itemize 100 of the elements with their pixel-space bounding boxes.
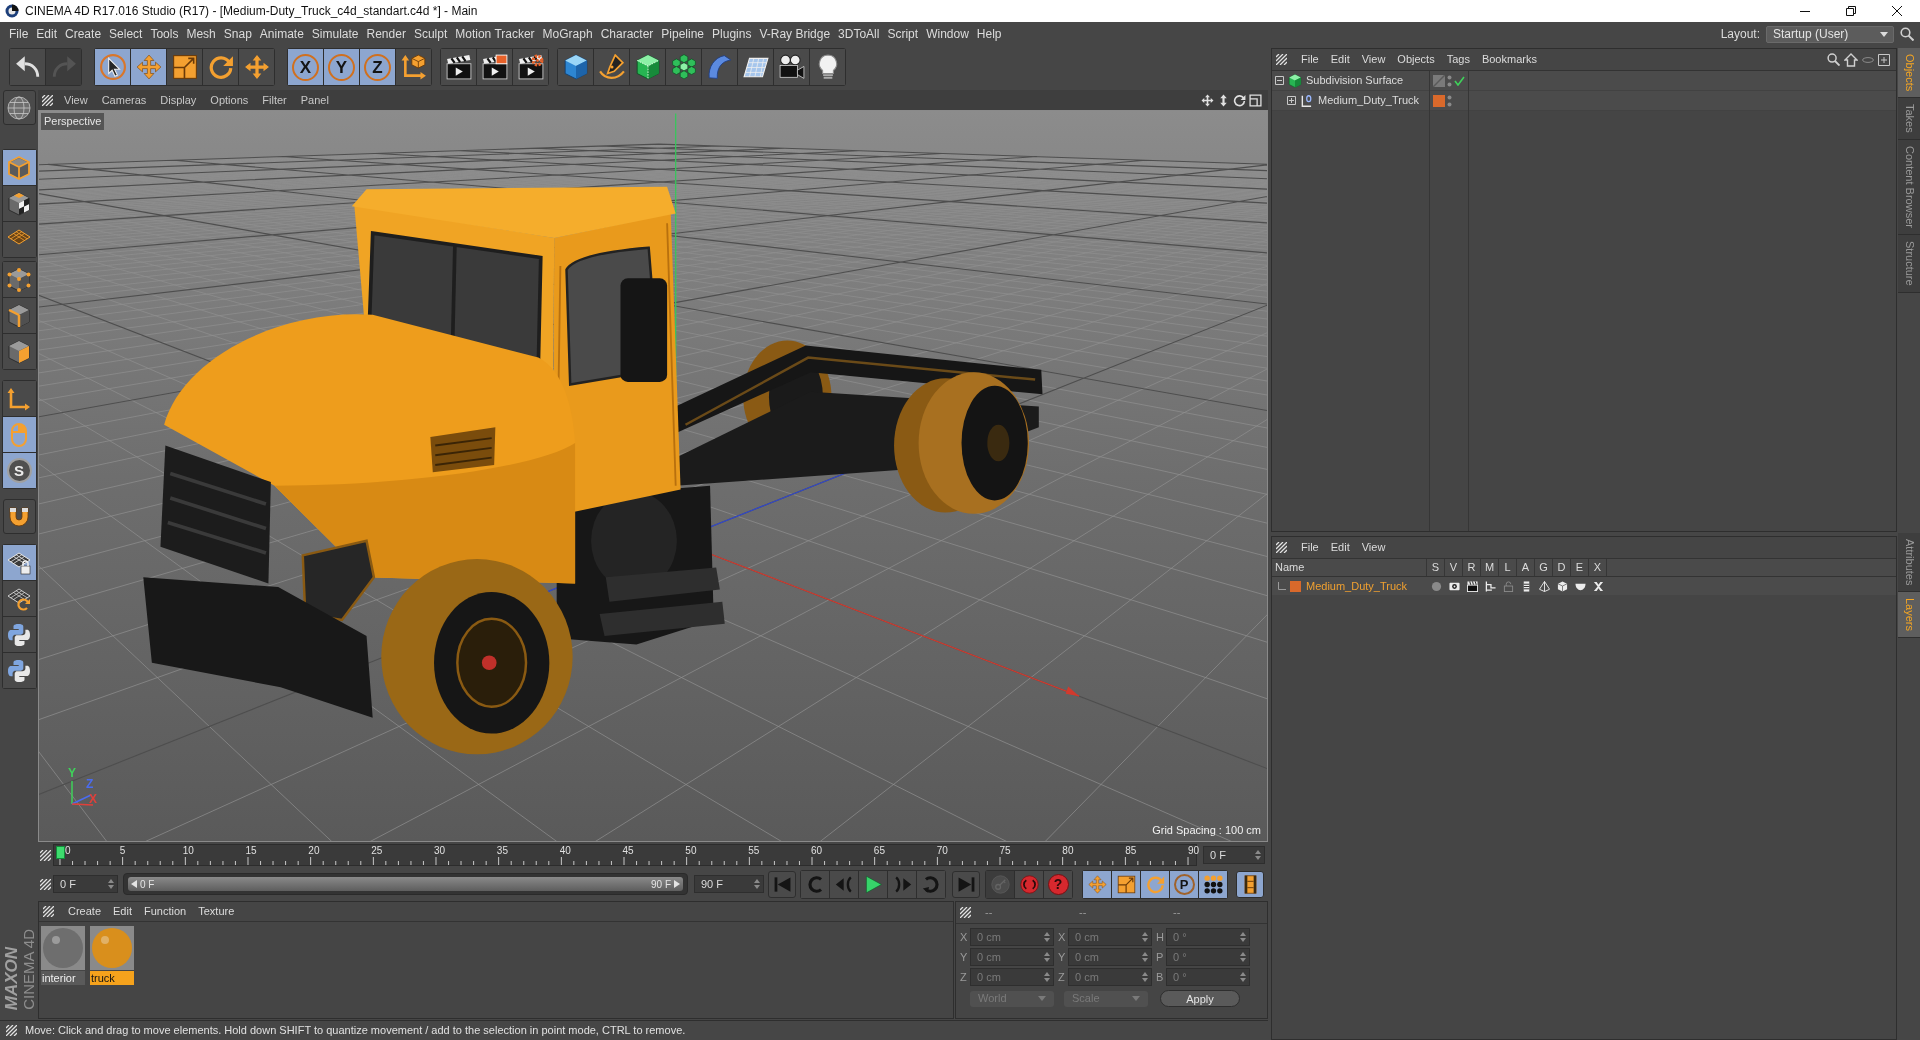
panel-menu-item[interactable]: Edit (1324, 51, 1356, 68)
polygons-mode-button[interactable] (2, 334, 36, 369)
menu-item[interactable]: 3DToAll (834, 25, 884, 43)
scale-key-button[interactable] (1112, 870, 1140, 898)
panel-menu-item[interactable]: View (1355, 51, 1392, 68)
play-button[interactable] (859, 870, 887, 898)
material-name[interactable]: truck (90, 971, 134, 985)
object-row[interactable]: Subdivision Surface (1272, 71, 1896, 91)
column-header[interactable]: L (1499, 559, 1517, 576)
parameter-key-button[interactable]: P (1170, 870, 1198, 898)
grid-rotate-button[interactable] (2, 581, 36, 616)
panel-menu-item[interactable]: Edit (107, 903, 138, 920)
move-key-button[interactable] (1083, 870, 1111, 898)
end-frame-field[interactable]: 90 F (694, 875, 764, 893)
grid-mode-button[interactable] (2, 222, 36, 257)
viewport-menu-item[interactable]: Cameras (94, 91, 154, 109)
panel-menu-item[interactable]: Bookmarks (1475, 51, 1543, 68)
side-tab[interactable]: Structure (1898, 235, 1920, 293)
render-settings-button[interactable] (513, 49, 548, 85)
column-header[interactable]: E (1571, 559, 1589, 576)
menu-item[interactable]: Animate (255, 25, 308, 43)
menu-item[interactable]: Plugins (708, 25, 756, 43)
axis-mode-button[interactable] (2, 381, 36, 416)
column-header[interactable]: D (1553, 559, 1571, 576)
camera-label[interactable]: Perspective (41, 113, 105, 130)
tweak-mode-button[interactable] (2, 417, 36, 452)
viewport-menu-item[interactable]: Panel (293, 91, 336, 109)
undo-button[interactable] (10, 49, 45, 85)
panel-menu-item[interactable]: View (1355, 539, 1392, 556)
axis-lock-button[interactable]: Z (360, 49, 395, 85)
floor-button[interactable] (738, 49, 773, 85)
menu-item[interactable]: Snap (219, 25, 256, 43)
camera-button[interactable] (774, 49, 809, 85)
question-button[interactable]: ? (1044, 870, 1072, 898)
menu-item[interactable]: Sculpt (409, 25, 452, 43)
panel-menu-item[interactable]: Edit (1324, 539, 1356, 556)
pen-button[interactable] (594, 49, 629, 85)
cube-button[interactable] (558, 49, 593, 85)
menu-item[interactable]: Motion Tracker (451, 25, 539, 43)
render-picture-button[interactable] (477, 49, 512, 85)
menu-item[interactable]: V-Ray Bridge (755, 25, 835, 43)
column-header[interactable]: X (1589, 559, 1607, 576)
lock-grid-button[interactable] (2, 545, 36, 580)
menu-item[interactable]: File (5, 25, 33, 43)
menu-item[interactable]: Edit (32, 25, 62, 43)
start-frame-field[interactable]: 0 F (53, 875, 118, 893)
frame-range-slider[interactable]: 0 F 90 F (123, 873, 688, 895)
viewport-menu-item[interactable]: Display (153, 91, 204, 109)
dots-key-button[interactable] (1199, 870, 1227, 898)
side-tab[interactable]: Attributes (1898, 532, 1920, 593)
panel-menu-item[interactable]: Tags (1440, 51, 1476, 68)
edges-mode-button[interactable] (2, 298, 36, 333)
solo-button[interactable]: S (2, 453, 36, 488)
viewport-menu-item[interactable]: Options (203, 91, 256, 109)
axis-lock-button[interactable]: Y (324, 49, 359, 85)
render-view-button[interactable] (441, 49, 476, 85)
timeline-track[interactable]: 0 5 10 15 20 25 30 35 40 45 50 55 60 65 70 75 80 85 90 (53, 844, 1197, 866)
viewport-menu-item[interactable]: Filter (255, 91, 294, 109)
column-header[interactable]: G (1535, 559, 1553, 576)
subdivision-button[interactable] (630, 49, 665, 85)
go-to-start-button[interactable] (768, 870, 796, 898)
scale-tool-button[interactable] (167, 49, 202, 85)
side-tab[interactable]: Takes (1898, 98, 1920, 141)
current-frame-field[interactable]: 0 F (1203, 846, 1265, 864)
column-header[interactable]: A (1517, 559, 1535, 576)
menu-item[interactable]: Script (883, 25, 923, 43)
panel-menu-item[interactable]: Objects (1391, 51, 1441, 68)
menu-item[interactable]: Help (972, 25, 1006, 43)
workplane-button[interactable] (2, 90, 36, 125)
panel-menu-item[interactable]: Texture (192, 903, 241, 920)
menu-item[interactable]: Pipeline (657, 25, 709, 43)
panel-menu-item[interactable]: Function (138, 903, 193, 920)
side-tab[interactable]: Content Browser (1898, 140, 1920, 235)
texture-mode-button[interactable] (2, 186, 36, 221)
script-button[interactable] (2, 653, 36, 688)
panel-menu-item[interactable]: Create (62, 903, 108, 920)
cloner-button[interactable] (666, 49, 701, 85)
recent-tool-button[interactable] (239, 49, 274, 85)
axis-lock-button[interactable]: X (288, 49, 323, 85)
viewport-menu-item[interactable]: View (57, 91, 95, 109)
layer-row[interactable]: Medium_Duty_Truck (1272, 577, 1896, 595)
rotate-tool-button[interactable] (203, 49, 238, 85)
light-button[interactable] (810, 49, 845, 85)
coordinate-system-button[interactable] (396, 49, 431, 85)
script-button[interactable] (2, 617, 36, 652)
model-mode-button[interactable] (2, 150, 36, 185)
rotate-key-button[interactable] (1141, 870, 1169, 898)
panel-menu-item[interactable]: File (1295, 51, 1325, 68)
timeline-button[interactable] (1236, 870, 1264, 898)
column-header[interactable]: S (1427, 559, 1445, 576)
menu-item[interactable]: Render (362, 25, 410, 43)
snap-button[interactable] (2, 499, 36, 534)
column-header[interactable]: M (1481, 559, 1499, 576)
menu-item[interactable]: Window (922, 25, 973, 43)
object-row[interactable]: Medium_Duty_Truck (1272, 91, 1896, 111)
points-mode-button[interactable] (2, 262, 36, 297)
menu-item[interactable]: Tools (146, 25, 183, 43)
menu-item[interactable]: Character (596, 25, 658, 43)
record-button[interactable] (1015, 870, 1043, 898)
menu-item[interactable]: Create (61, 25, 106, 43)
